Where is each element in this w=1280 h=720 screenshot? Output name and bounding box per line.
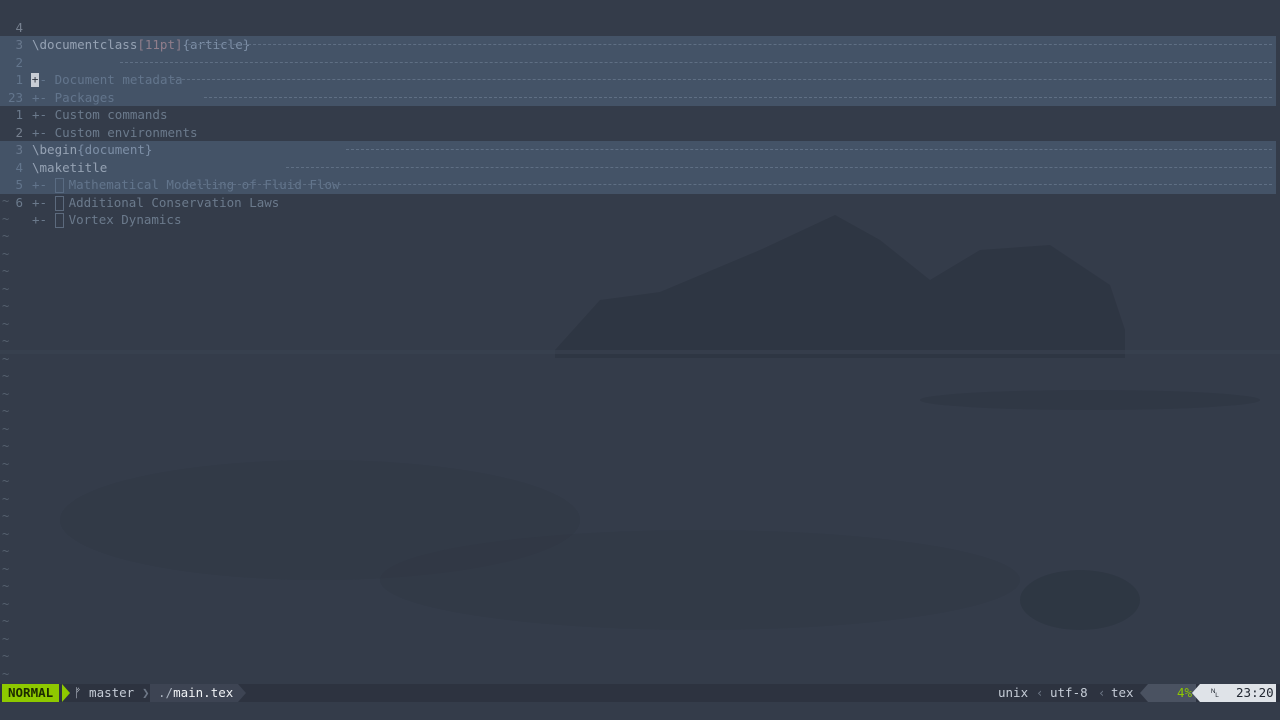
position-separator-arrow (1192, 684, 1200, 702)
tilde-marker: ~ (2, 334, 10, 348)
file-path: ./main.tex (158, 684, 233, 702)
file-dir: ./ (158, 685, 174, 700)
chevron-left-icon: ‹ (1098, 685, 1106, 700)
tilde-marker: ~ (2, 666, 10, 681)
indent-guide (54, 195, 64, 211)
tilde-marker: ~ (2, 211, 10, 226)
tilde-marker: ~ (2, 369, 10, 383)
statusline: NORMAL ᚠ master ❯ ./main.tex unix ‹ utf-… (0, 684, 1280, 702)
code-line[interactable]: 2 \begin{document} (0, 106, 1276, 158)
mode-indicator: NORMAL (2, 684, 60, 702)
tilde-marker: ~ (2, 281, 10, 296)
tilde-marker: ~ (2, 421, 10, 436)
fold-line[interactable]: 1 +- Packages (0, 53, 1276, 105)
fold-title: Vortex Dynamics (68, 212, 182, 227)
fold-fill-dashes (120, 61, 1272, 63)
tilde-marker: ~ (2, 194, 10, 208)
scroll-percent: 4% (1148, 684, 1196, 702)
tilde-marker: ~ (2, 526, 10, 541)
fold-marker: +- (32, 194, 48, 210)
file-encoding: utf-8 (1050, 685, 1088, 700)
tilde-marker: ~ (2, 596, 10, 611)
mode-separator-arrow (62, 684, 70, 702)
fold-text: +- Additional Conservation Laws (32, 194, 279, 212)
code-line[interactable]: 3 \maketitle (0, 124, 1276, 175)
tilde-marker: ~ (2, 264, 10, 278)
fold-fill-dashes (346, 149, 1272, 150)
file-separator-arrow (238, 684, 246, 702)
code-line[interactable]: 4 \documentclass[11pt]{article} (0, 1, 1276, 53)
fold-title: Additional Conservation Laws (68, 194, 280, 210)
tilde-marker: ~ (2, 404, 10, 418)
tilde-marker: ~ (2, 229, 10, 243)
code-line[interactable]: 3 (0, 19, 1276, 52)
tilde-marker: ~ (2, 351, 10, 366)
git-branch: ᚠ master (74, 684, 134, 702)
tilde-marker: ~ (2, 246, 10, 261)
tilde-marker: ~ (2, 649, 10, 663)
tilde-marker: ~ (2, 579, 10, 593)
tilde-marker: ~ (2, 439, 10, 453)
tilde-marker: ~ (2, 491, 10, 506)
fold-line[interactable]: 1 +- Custom environments (0, 88, 1276, 140)
fold-line[interactable]: 6 +- Vortex Dynamics (0, 176, 1276, 228)
percent-separator-arrow (1140, 684, 1148, 702)
fold-fill-dashes (172, 79, 1272, 80)
git-branch-name: master (89, 685, 135, 700)
line-number-icon: ␤ (1210, 685, 1221, 700)
fold-text: +- Vortex Dynamics (32, 211, 181, 229)
tilde-marker: ~ (2, 614, 10, 628)
text-cursor: + (31, 73, 39, 87)
fold-fill-dashes (188, 44, 1272, 45)
chevron-right-icon: ❯ (142, 685, 150, 700)
tilde-marker: ~ (2, 456, 10, 471)
indent-guide (54, 213, 64, 228)
fold-fill-dashes (188, 184, 1272, 185)
file-name: main.tex (173, 685, 234, 700)
fold-line[interactable]: 4 +- Mathematical Modelling of Fluid Flo… (0, 141, 1276, 193)
cursor-position: ␤ 23:20 (1200, 684, 1276, 702)
tilde-marker: ~ (2, 544, 10, 558)
tilde-marker: ~ (2, 474, 10, 488)
file-format: unix (998, 685, 1029, 700)
tilde-marker: ~ (2, 561, 10, 576)
fold-line[interactable]: 23 +- Custom commands + (0, 71, 1276, 122)
fold-marker: +- (32, 212, 48, 227)
git-branch-icon: ᚠ (74, 685, 82, 700)
fold-line[interactable]: 2 +- Document metadata (0, 36, 1276, 87)
fold-fill-dashes (286, 166, 1272, 168)
fold-fill-dashes (204, 96, 1272, 98)
chevron-left-icon: ‹ (1036, 685, 1044, 700)
tilde-marker: ~ (2, 509, 10, 523)
cursor-position-value: 23:20 (1236, 685, 1274, 700)
fold-line[interactable]: 5 +- Additional Conservation Laws (0, 158, 1276, 211)
tilde-marker: ~ (2, 386, 10, 401)
tilde-marker: ~ (2, 316, 10, 331)
tilde-marker: ~ (2, 631, 10, 646)
tilde-marker: ~ (2, 299, 10, 313)
file-type: tex (1111, 685, 1134, 700)
